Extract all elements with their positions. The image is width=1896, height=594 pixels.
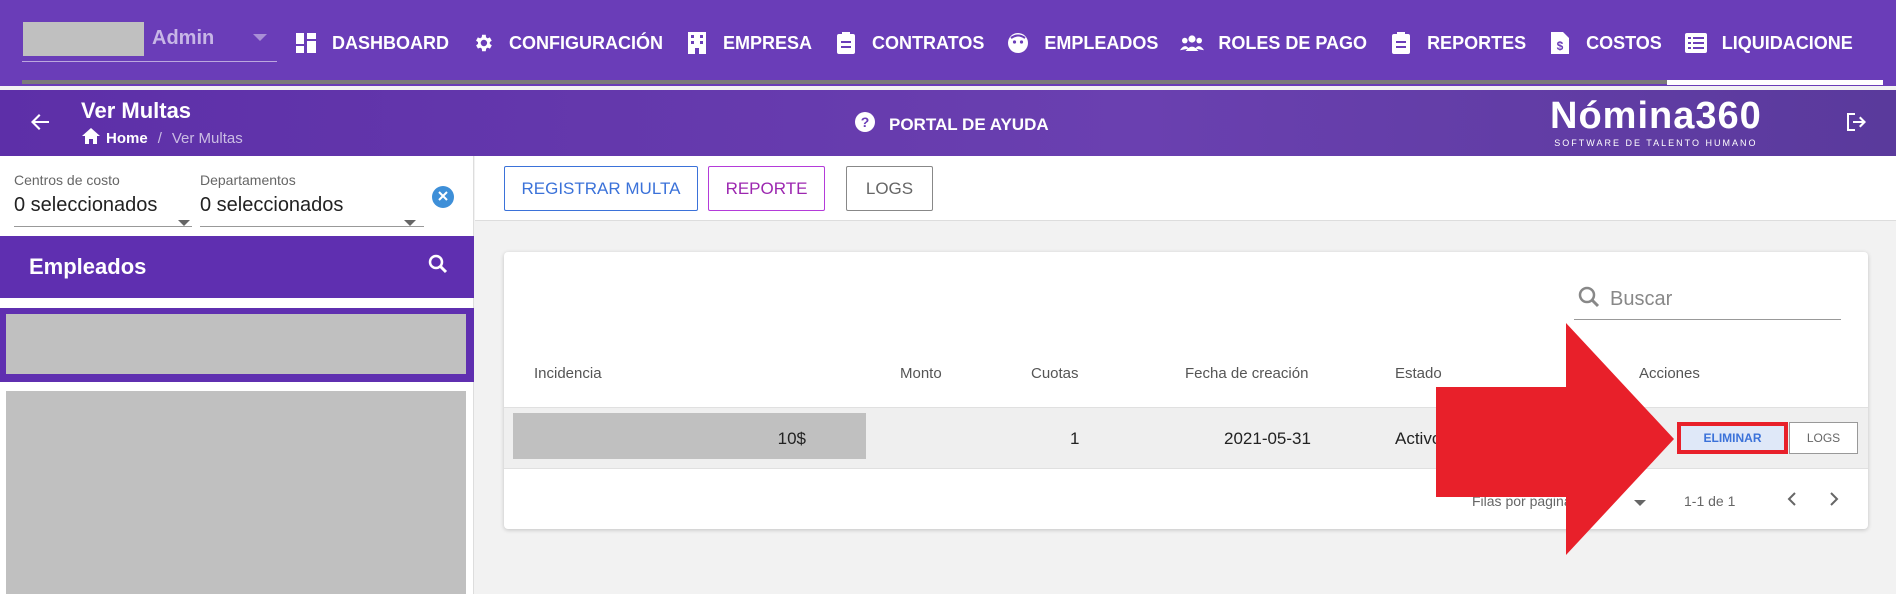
dashboard-icon: [294, 31, 318, 55]
nav-label: COSTOS: [1586, 32, 1662, 53]
cost-center-value: 0 seleccionados: [14, 194, 158, 216]
search-input[interactable]: [1610, 288, 1830, 311]
help-icon: ?: [855, 112, 875, 137]
back-arrow-icon[interactable]: [30, 112, 50, 137]
redacted-employee-list[interactable]: [6, 391, 466, 594]
breadcrumb-separator: /: [157, 129, 162, 147]
department-underline: [200, 226, 424, 227]
help-portal-link[interactable]: ? PORTAL DE AYUDA: [855, 112, 1049, 137]
search-icon: [1578, 286, 1600, 313]
employees-header: Empleados: [0, 236, 474, 298]
redacted-incidencia: [513, 413, 866, 459]
annotation-arrow-icon: [1436, 323, 1674, 555]
clear-filters-button[interactable]: [432, 186, 454, 208]
group-icon: [1180, 31, 1205, 55]
svg-text:?: ?: [861, 114, 870, 130]
top-nav-bar: Admin DASHBOARD CONFIGURACIÓN EMPRESA CO…: [0, 0, 1896, 86]
cell-monto: 10$: [777, 429, 806, 448]
nav-label: CONFIGURACIÓN: [509, 32, 663, 53]
nav-roles-de-pago[interactable]: ROLES DE PAGO: [1180, 26, 1389, 60]
cost-center-filter[interactable]: Centros de costo 0 seleccionados: [14, 172, 192, 227]
building-icon: [685, 31, 709, 55]
cell-estado: Activo: [1395, 429, 1442, 448]
table-search[interactable]: [1574, 280, 1841, 320]
page-header: Ver Multas Home / Ver Multas ? PORTAL DE…: [0, 90, 1896, 156]
nav-label: DASHBOARD: [332, 32, 449, 53]
breadcrumb: Home / Ver Multas: [82, 128, 243, 148]
clipboard-icon: [1389, 31, 1413, 55]
breadcrumb-current: Ver Multas: [171, 129, 243, 147]
home-icon[interactable]: [82, 128, 100, 148]
brand-tagline: SOFTWARE DE TALENTO HUMANO: [1554, 138, 1758, 148]
nav-configuracion[interactable]: CONFIGURACIÓN: [471, 26, 685, 60]
nav-liquidaciones[interactable]: LIQUIDACIONE: [1684, 26, 1875, 60]
selected-employee[interactable]: [0, 308, 474, 382]
nav-empleados[interactable]: EMPLEADOS: [1006, 26, 1180, 60]
nav-dashboard[interactable]: DASHBOARD: [294, 26, 471, 60]
account-selector[interactable]: Admin: [22, 22, 277, 62]
help-label: PORTAL DE AYUDA: [889, 114, 1049, 134]
main-nav: DASHBOARD CONFIGURACIÓN EMPRESA CONTRATO…: [294, 26, 1875, 60]
register-fine-button[interactable]: REGISTRAR MULTA: [504, 166, 698, 211]
actions-toolbar: REGISTRAR MULTA REPORTE LOGS: [475, 156, 1896, 221]
gear-icon: [471, 31, 495, 55]
brand-logo: Nómina360 SOFTWARE DE TALENTO HUMANO: [1550, 96, 1762, 148]
chevron-down-icon[interactable]: [404, 220, 416, 226]
column-header-fecha[interactable]: Fecha de creación: [1185, 365, 1308, 382]
redacted-employee: [6, 314, 466, 374]
employees-title: Empleados: [29, 254, 147, 279]
svg-text:$: $: [1557, 39, 1564, 53]
search-icon[interactable]: [428, 254, 448, 279]
dollar-file-icon: $: [1548, 31, 1572, 55]
row-logs-button[interactable]: LOGS: [1789, 422, 1858, 454]
pagination-range: 1-1 de 1: [1684, 493, 1736, 509]
nav-empresa[interactable]: EMPRESA: [685, 26, 834, 60]
column-header-estado[interactable]: Estado: [1395, 365, 1442, 382]
nav-label: REPORTES: [1427, 32, 1527, 53]
department-value: 0 seleccionados: [200, 194, 344, 216]
account-name: Admin: [152, 27, 215, 49]
nav-label: EMPRESA: [723, 32, 813, 53]
column-header-monto[interactable]: Monto: [900, 365, 942, 382]
left-panel: Centros de costo 0 seleccionados Departa…: [0, 156, 474, 594]
cell-fecha: 2021-05-31: [1224, 429, 1311, 448]
list-icon: [1684, 31, 1708, 55]
cost-center-underline: [14, 226, 192, 227]
report-button[interactable]: REPORTE: [708, 166, 825, 211]
logout-icon[interactable]: [1845, 112, 1867, 137]
nav-active-indicator: [1667, 80, 1883, 85]
delete-button[interactable]: ELIMINAR: [1677, 422, 1788, 454]
redacted-company-name: [23, 22, 144, 56]
brand-name: Nómina360: [1550, 95, 1762, 137]
nav-label: LIQUIDACIONE: [1721, 32, 1853, 53]
breadcrumb-home[interactable]: Home: [106, 130, 148, 147]
close-icon: [438, 188, 448, 206]
nav-reportes[interactable]: REPORTES: [1389, 26, 1548, 60]
logs-button[interactable]: LOGS: [846, 166, 933, 211]
page-title: Ver Multas: [81, 98, 192, 123]
nav-label: EMPLEADOS: [1044, 32, 1159, 53]
chevron-down-icon: [253, 34, 267, 41]
clipboard-icon: [834, 31, 858, 55]
chevron-right-icon[interactable]: [1828, 490, 1840, 513]
department-label: Departamentos: [200, 172, 296, 188]
cell-cuotas: 1: [1070, 429, 1080, 448]
cost-center-label: Centros de costo: [14, 172, 120, 188]
column-header-cuotas[interactable]: Cuotas: [1031, 365, 1079, 382]
column-header-incidencia[interactable]: Incidencia: [534, 365, 602, 382]
nav-costos[interactable]: $ COSTOS: [1548, 26, 1684, 60]
nav-label: ROLES DE PAGO: [1218, 32, 1368, 53]
nav-contratos[interactable]: CONTRATOS: [834, 26, 1006, 60]
chevron-down-icon[interactable]: [178, 220, 190, 226]
nav-label: CONTRATOS: [872, 32, 985, 53]
department-filter[interactable]: Departamentos 0 seleccionados: [200, 172, 424, 227]
chevron-left-icon[interactable]: [1786, 490, 1798, 513]
nav-scroll-track[interactable]: [22, 80, 1667, 84]
face-icon: [1006, 31, 1030, 55]
